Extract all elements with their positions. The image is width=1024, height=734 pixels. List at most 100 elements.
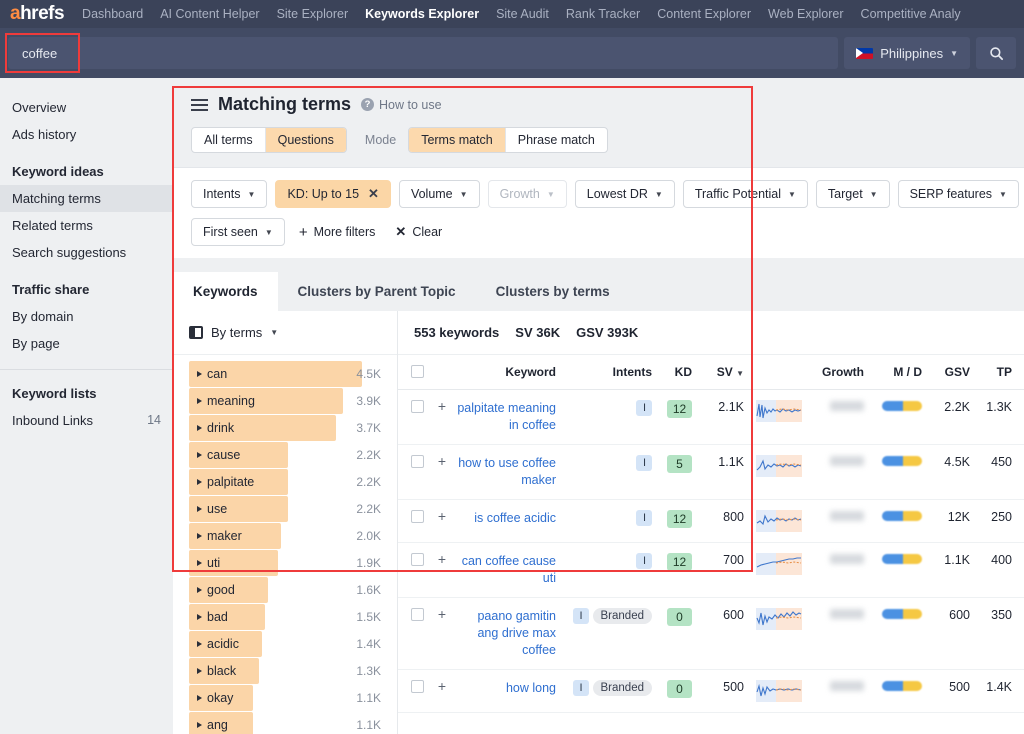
header-md[interactable]: M / D	[868, 355, 926, 390]
header-gsv[interactable]: GSV	[926, 355, 974, 390]
table-row[interactable]: + is coffee acidic I 12800 12K2501.4K	[398, 499, 1024, 543]
tab-clusters-by-parent-topic[interactable]: Clusters by Parent Topic	[278, 272, 476, 311]
row-checkbox[interactable]	[411, 608, 424, 621]
term-volume: 2.0K	[356, 529, 381, 543]
table-row[interactable]: + can coffee cause uti I 12700 1.1K4001.3K	[398, 542, 1024, 598]
row-checkbox[interactable]	[411, 455, 424, 468]
country-selector[interactable]: Philippines ▼	[844, 37, 970, 69]
plus-icon[interactable]: +	[438, 398, 446, 414]
sidebar-item-matching-terms[interactable]: Matching terms	[0, 185, 173, 212]
nav-link-content-explorer[interactable]: Content Explorer	[657, 7, 751, 21]
term-list-item[interactable]: bad 1.5K	[173, 604, 397, 630]
row-checkbox[interactable]	[411, 553, 424, 566]
filter-kd-up-to-15[interactable]: KD: Up to 15 ✕	[275, 180, 391, 208]
row-checkbox[interactable]	[411, 510, 424, 523]
term-list-item[interactable]: use 2.2K	[173, 496, 397, 522]
sidebar-item-label: Inbound Links	[12, 413, 93, 428]
term-list-item[interactable]: acidic 1.4K	[173, 631, 397, 657]
nav-link-keywords-explorer[interactable]: Keywords Explorer	[365, 7, 479, 21]
keyword-link[interactable]: how to use coffee maker	[458, 456, 556, 487]
term-list-item[interactable]: palpitate 2.2K	[173, 469, 397, 495]
add-to-list-cell: +	[428, 542, 450, 598]
header-sv[interactable]: SV ▼	[696, 355, 748, 390]
filter-target[interactable]: Target ▼	[815, 180, 890, 208]
keyword-link[interactable]: is coffee acidic	[474, 511, 556, 525]
header-tp[interactable]: TP	[974, 355, 1016, 390]
plus-icon[interactable]: +	[438, 551, 446, 567]
ahrefs-logo[interactable]: a hrefs	[10, 3, 65, 25]
trend-sparkline-cell	[748, 597, 810, 670]
kd-cell: 5	[656, 444, 696, 500]
keyword-search-input[interactable]: coffee	[8, 37, 839, 69]
filter-lowest-dr[interactable]: Lowest DR ▼	[574, 180, 675, 208]
header-keyword[interactable]: Keyword	[450, 355, 560, 390]
gtp-cell: 1.3K	[1016, 542, 1024, 598]
search-button[interactable]	[976, 37, 1016, 69]
growth-value-redacted	[830, 401, 864, 411]
nav-link-ai-content-helper[interactable]: AI Content Helper	[160, 7, 259, 21]
select-all-checkbox[interactable]	[411, 365, 424, 378]
term-list-item[interactable]: black 1.3K	[173, 658, 397, 684]
table-row[interactable]: + palpitate meaning in coffee I 12 2.1K 2.2K 1…	[398, 389, 1024, 445]
nav-link-rank-tracker[interactable]: Rank Tracker	[566, 7, 640, 21]
sidebar-item-by-domain[interactable]: By domain	[0, 303, 173, 330]
term-list-item[interactable]: uti 1.9K	[173, 550, 397, 576]
keyword-cell: can coffee cause uti	[450, 542, 560, 598]
segment-questions[interactable]: Questions	[265, 128, 346, 152]
growth-value-redacted	[830, 456, 864, 466]
plus-icon[interactable]: +	[438, 606, 446, 622]
clear-filters-button[interactable]: ✕ Clear	[389, 224, 448, 240]
sidebar-item-overview[interactable]: Overview	[0, 94, 173, 121]
plus-icon[interactable]: +	[438, 508, 446, 524]
term-list-item[interactable]: can 4.5K	[173, 361, 397, 387]
more-filters-button[interactable]: + More filters	[293, 224, 382, 241]
header-kd[interactable]: KD	[656, 355, 696, 390]
table-row[interactable]: + how to use coffee maker I51.1K 4.5K4501.2…	[398, 444, 1024, 500]
tab-clusters-by-terms[interactable]: Clusters by terms	[476, 272, 630, 311]
nav-link-site-explorer[interactable]: Site Explorer	[277, 7, 349, 21]
keyword-link[interactable]: can coffee cause uti	[462, 554, 556, 585]
nav-link-competitive-analy[interactable]: Competitive Analy	[861, 7, 961, 21]
filter-intents[interactable]: Intents ▼	[191, 180, 268, 208]
filter-first-seen[interactable]: First seen ▼	[191, 218, 285, 246]
term-list-item[interactable]: meaning 3.9K	[173, 388, 397, 414]
term-list-item[interactable]: good 1.6K	[173, 577, 397, 603]
term-list-item[interactable]: maker 2.0K	[173, 523, 397, 549]
plus-icon[interactable]: +	[438, 453, 446, 469]
sidebar-item-ads-history[interactable]: Ads history	[0, 121, 173, 148]
hamburger-menu-icon[interactable]	[191, 98, 208, 111]
sidebar-item-by-page[interactable]: By page	[0, 330, 173, 357]
keyword-link[interactable]: paano gamitin ang drive max coffee	[477, 609, 556, 657]
table-row[interactable]: +how longIBranded05005001.4K1.4K	[398, 669, 1024, 713]
term-list-item[interactable]: okay 1.1K	[173, 685, 397, 711]
segment-terms-match[interactable]: Terms match	[409, 128, 506, 152]
header-growth[interactable]: Growth	[810, 355, 868, 390]
segment-phrase-match[interactable]: Phrase match	[506, 128, 607, 152]
term-volume: 3.7K	[356, 421, 381, 435]
term-list-item[interactable]: drink 3.7K	[173, 415, 397, 441]
term-list-item[interactable]: ang 1.1K	[173, 712, 397, 734]
filter-traffic-potential[interactable]: Traffic Potential ▼	[682, 180, 808, 208]
filter-volume[interactable]: Volume ▼	[398, 180, 480, 208]
nav-link-web-explorer[interactable]: Web Explorer	[768, 7, 844, 21]
header-intents[interactable]: Intents	[560, 355, 656, 390]
plus-icon[interactable]: +	[438, 678, 446, 694]
row-checkbox[interactable]	[411, 400, 424, 413]
nav-link-site-audit[interactable]: Site Audit	[496, 7, 549, 21]
term-list-item[interactable]: cause 2.2K	[173, 442, 397, 468]
how-to-use-link[interactable]: ? How to use	[361, 98, 442, 112]
row-checkbox[interactable]	[411, 680, 424, 693]
sidebar-item-related-terms[interactable]: Related terms	[0, 212, 173, 239]
table-row[interactable]: + paano gamitin ang drive max coffee I Bran…	[398, 597, 1024, 670]
segment-all-terms[interactable]: All terms	[192, 128, 266, 152]
nav-link-dashboard[interactable]: Dashboard	[82, 7, 143, 21]
sidebar-item-search-suggestions[interactable]: Search suggestions	[0, 239, 173, 266]
sidebar-item-inbound-links[interactable]: Inbound Links 14	[0, 407, 173, 434]
group-by-selector[interactable]: By terms ▼	[173, 311, 397, 355]
tab-keywords[interactable]: Keywords	[173, 272, 278, 311]
keyword-link[interactable]: how long	[506, 681, 556, 695]
filter-serp-features[interactable]: SERP features ▼	[897, 180, 1019, 208]
remove-filter-icon[interactable]: ✕	[368, 186, 379, 202]
keyword-link[interactable]: palpitate meaning in coffee	[457, 401, 556, 432]
header-gtp[interactable]: GTP	[1016, 355, 1024, 390]
